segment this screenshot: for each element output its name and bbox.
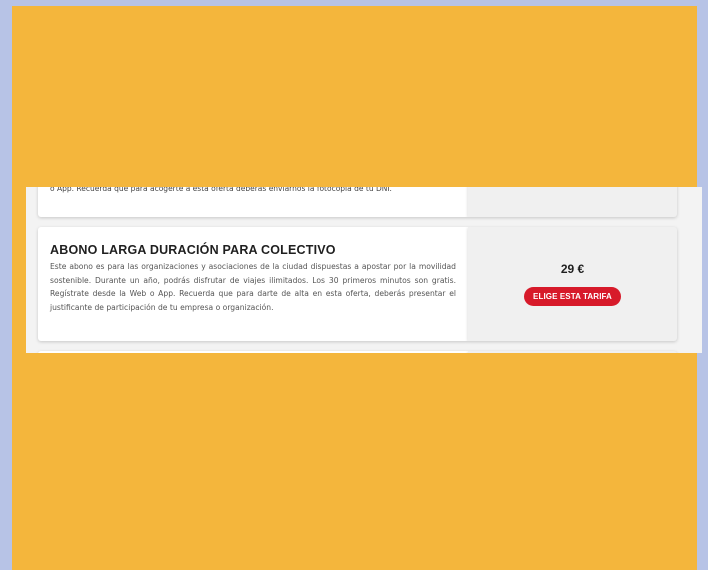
tariff-card-abono-larga-duracion: ABONO LARGA DURACIÓN PARA COLECTIVO Este…: [38, 227, 677, 341]
tariff-price-panel: 29 € ELIGE ESTA TARIFA: [468, 227, 677, 341]
choose-tariff-button[interactable]: ELIGE ESTA TARIFA: [524, 287, 621, 306]
tariff-price-panel: [468, 187, 677, 217]
tariff-description: Este abono es para las organizaciones y …: [50, 262, 456, 312]
tariff-info: o App. Recuerda que para acogerte a esta…: [38, 187, 468, 217]
tariff-info: ABONO LARGA DURACIÓN PARA COLECTIVO Este…: [38, 227, 468, 341]
tariff-price-panel: [468, 351, 677, 353]
tariff-card-previous: o App. Recuerda que para acogerte a esta…: [38, 187, 677, 217]
tariff-list: o App. Recuerda que para acogerte a esta…: [26, 187, 702, 353]
tariff-description: o App. Recuerda que para acogerte a esta…: [50, 187, 392, 193]
tariff-card-next: [38, 351, 677, 353]
tariff-price: 29 €: [560, 262, 585, 276]
tariff-info: [38, 351, 468, 353]
tariff-title: ABONO LARGA DURACIÓN PARA COLECTIVO: [50, 243, 336, 257]
